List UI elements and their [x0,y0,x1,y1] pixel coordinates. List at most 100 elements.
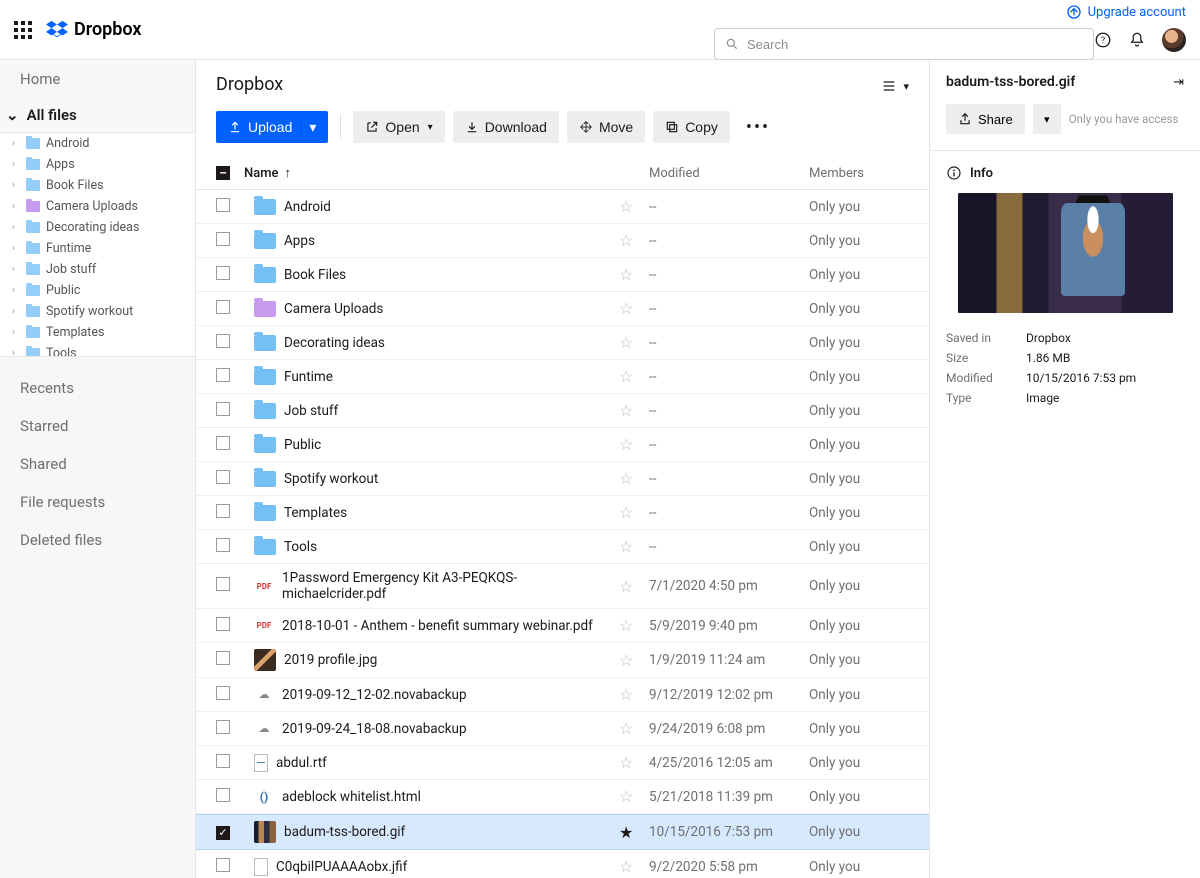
sidebar-shared[interactable]: Shared [0,445,195,483]
file-preview[interactable] [958,193,1173,313]
sidebar-starred[interactable]: Starred [0,407,195,445]
sidebar-file-requests[interactable]: File requests [0,483,195,521]
file-row[interactable]: ☁2019-09-12_12-02.novabackup☆9/12/2019 1… [196,678,929,712]
file-name[interactable]: adeblock whitelist.html [282,789,619,805]
row-checkbox[interactable] [216,577,230,591]
share-dropdown-button[interactable]: ▾ [1033,104,1061,134]
star-icon[interactable]: ☆ [619,401,649,420]
row-checkbox[interactable] [216,788,230,802]
tree-folder[interactable]: ›Public [0,280,195,301]
row-checkbox[interactable]: ✓ [216,826,230,840]
column-name[interactable]: Name ↑ [244,165,619,181]
file-row[interactable]: Android☆--Only you [196,190,929,224]
star-icon[interactable]: ☆ [619,537,649,556]
file-row[interactable]: Job stuff☆--Only you [196,394,929,428]
file-row[interactable]: 2019 profile.jpg☆1/9/2019 11:24 amOnly y… [196,643,929,678]
copy-button[interactable]: Copy [653,111,730,143]
row-checkbox[interactable] [216,266,230,280]
star-icon[interactable]: ★ [619,823,649,842]
row-checkbox[interactable] [216,504,230,518]
file-name[interactable]: badum-tss-bored.gif [284,824,619,840]
sidebar-home[interactable]: Home [0,60,195,98]
star-icon[interactable]: ☆ [619,577,649,596]
column-members[interactable]: Members [809,166,909,181]
star-icon[interactable]: ☆ [619,469,649,488]
sidebar-deleted[interactable]: Deleted files [0,521,195,559]
row-checkbox[interactable] [216,686,230,700]
file-row[interactable]: Decorating ideas☆--Only you [196,326,929,360]
tree-folder[interactable]: ›Funtime [0,238,195,259]
star-icon[interactable]: ☆ [619,685,649,704]
file-row[interactable]: Camera Uploads☆--Only you [196,292,929,326]
tree-folder[interactable]: ›Camera Uploads [0,196,195,217]
row-checkbox[interactable] [216,300,230,314]
file-row[interactable]: Spotify workout☆--Only you [196,462,929,496]
star-icon[interactable]: ☆ [619,787,649,806]
file-row[interactable]: Apps☆--Only you [196,224,929,258]
file-row[interactable]: ✓badum-tss-bored.gif★10/15/2016 7:53 pmO… [196,814,929,850]
help-icon[interactable]: ? [1094,31,1112,49]
star-icon[interactable]: ☆ [619,197,649,216]
file-name[interactable]: Decorating ideas [284,335,619,351]
file-row[interactable]: abdul.rtf☆4/25/2016 12:05 amOnly you [196,746,929,780]
tree-folder[interactable]: ›Tools [0,343,195,357]
tree-folder[interactable]: ›Templates [0,322,195,343]
row-checkbox[interactable] [216,754,230,768]
tree-folder[interactable]: ›Apps [0,154,195,175]
star-icon[interactable]: ☆ [619,651,649,670]
file-row[interactable]: Templates☆--Only you [196,496,929,530]
star-icon[interactable]: ☆ [619,435,649,454]
upgrade-link[interactable]: Upgrade account [1066,4,1186,20]
star-icon[interactable]: ☆ [619,367,649,386]
file-name[interactable]: Book Files [284,267,619,283]
file-name[interactable]: Public [284,437,619,453]
sidebar-recents[interactable]: Recents [0,369,195,407]
file-row[interactable]: C0qbilPUAAAAobx.jfif☆9/2/2020 5:58 pmOnl… [196,850,929,878]
file-name[interactable]: Templates [284,505,619,521]
file-name[interactable]: Tools [284,539,619,555]
star-icon[interactable]: ☆ [619,231,649,250]
file-name[interactable]: Apps [284,233,619,249]
file-name[interactable]: 1Password Emergency Kit A3-PEQKQS-michae… [282,570,619,602]
notifications-icon[interactable] [1128,31,1146,49]
row-checkbox[interactable] [216,858,230,872]
file-row[interactable]: ()adeblock whitelist.html☆5/21/2018 11:3… [196,780,929,814]
apps-grid-icon[interactable] [14,21,32,39]
row-checkbox[interactable] [216,368,230,382]
star-icon[interactable]: ☆ [619,719,649,738]
star-icon[interactable]: ☆ [619,753,649,772]
search-input[interactable] [747,37,1083,52]
more-actions-button[interactable]: ••• [738,117,778,138]
move-button[interactable]: Move [567,111,645,143]
row-checkbox[interactable] [216,617,230,631]
tree-folder[interactable]: ›Job stuff [0,259,195,280]
row-checkbox[interactable] [216,720,230,734]
tree-folder[interactable]: ›Android [0,133,195,154]
select-indicator[interactable]: – [216,166,230,180]
search-box[interactable] [714,28,1094,60]
row-checkbox[interactable] [216,538,230,552]
upload-button[interactable]: Upload ▾ [216,111,328,143]
star-icon[interactable]: ☆ [619,616,649,635]
view-toggle[interactable]: ▾ [881,78,909,94]
column-modified[interactable]: Modified [649,166,809,181]
row-checkbox[interactable] [216,651,230,665]
file-row[interactable]: Tools☆--Only you [196,530,929,564]
row-checkbox[interactable] [216,232,230,246]
sidebar-all-files[interactable]: ⌄ All files [0,98,195,132]
row-checkbox[interactable] [216,402,230,416]
file-row[interactable]: Public☆--Only you [196,428,929,462]
file-name[interactable]: abdul.rtf [276,755,619,771]
file-name[interactable]: Android [284,199,619,215]
file-name[interactable]: Camera Uploads [284,301,619,317]
file-row[interactable]: Book Files☆--Only you [196,258,929,292]
file-name[interactable]: 2019 profile.jpg [284,652,619,668]
dropbox-logo[interactable]: Dropbox [46,19,142,41]
file-name[interactable]: Funtime [284,369,619,385]
tree-folder[interactable]: ›Decorating ideas [0,217,195,238]
tree-folder[interactable]: ›Spotify workout [0,301,195,322]
file-list[interactable]: Android☆--Only youApps☆--Only youBook Fi… [196,190,929,878]
download-button[interactable]: Download [453,111,559,143]
file-row[interactable]: PDF2018-10-01 - Anthem - benefit summary… [196,609,929,643]
star-icon[interactable]: ☆ [619,265,649,284]
